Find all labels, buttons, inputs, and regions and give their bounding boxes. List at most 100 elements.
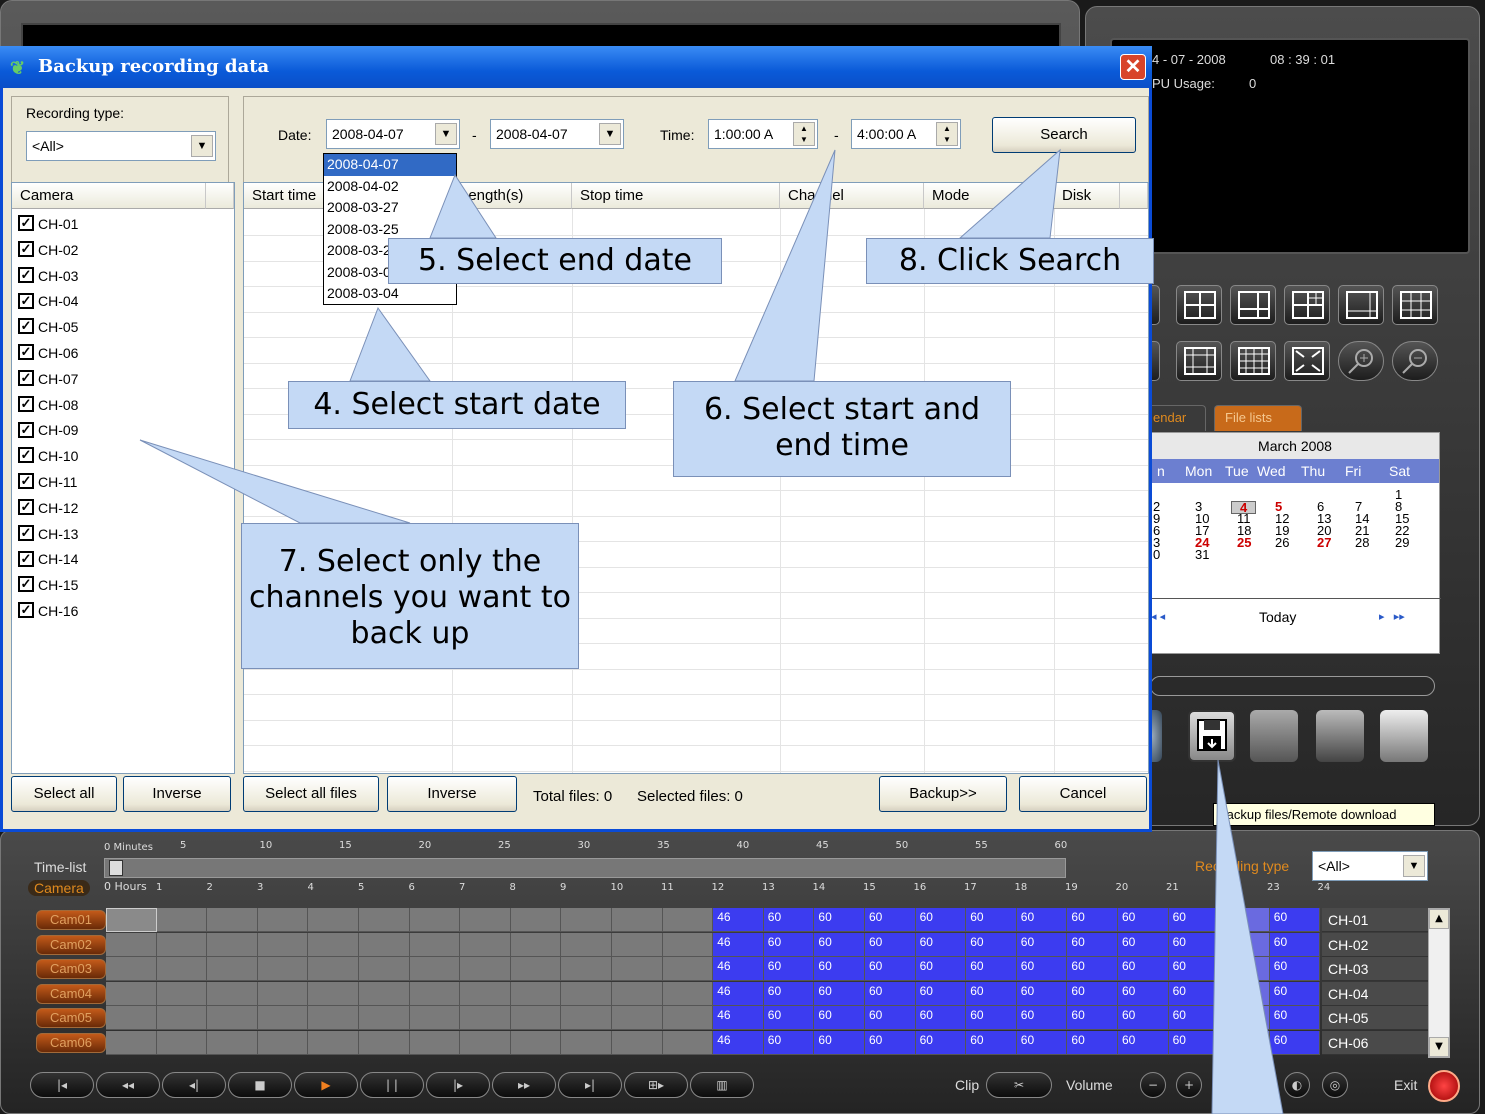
grid-cell[interactable] [106,1006,157,1031]
camera-checkbox-row[interactable]: ✓ CH-10 [18,443,78,469]
grid-cell[interactable]: 46 [713,932,764,957]
grid-cell[interactable] [156,1031,208,1055]
grid-cell[interactable] [662,957,714,982]
grid-cell[interactable]: 60 [865,1031,916,1055]
checkbox-icon[interactable]: ✓ [18,576,34,593]
checkbox-icon[interactable]: ✓ [18,473,34,490]
grid-cell[interactable] [257,981,309,1006]
grid-cell[interactable]: 60 [966,932,1017,957]
inverse-files-button[interactable]: Inverse [387,776,517,812]
grid-cell[interactable] [106,1031,157,1055]
grid-cell[interactable]: 60 [1269,908,1321,932]
grid-cell[interactable] [308,908,359,932]
grid-cell[interactable] [662,908,714,932]
grid-cell[interactable]: 60 [915,957,967,982]
speaker-icon[interactable]: ◐ [1284,1072,1310,1098]
grid-cell[interactable] [561,1006,612,1031]
table-row[interactable] [244,770,1148,772]
timeline-recording-type-select[interactable]: <All> ▼ [1312,851,1428,881]
grid-cell[interactable]: 60 [763,957,815,982]
grid-cell[interactable]: 46 [713,1006,764,1031]
backup-button[interactable]: Backup>> [879,776,1007,812]
grid-cell[interactable] [359,981,410,1006]
zoom-in-button[interactable] [1338,341,1384,381]
checkbox-icon[interactable]: ✓ [18,318,34,335]
grid-cell[interactable] [106,908,157,932]
calendar-day[interactable]: 29 [1395,536,1409,549]
grid-cell[interactable] [460,1006,511,1031]
progress-slider[interactable] [1150,676,1435,696]
checkbox-icon[interactable]: ✓ [18,215,34,232]
skip-end-icon[interactable]: ▸| [558,1072,622,1098]
grid-cell[interactable]: 60 [915,932,967,957]
grid-cell[interactable]: 60 [814,932,865,957]
grid-cell[interactable] [409,1031,461,1055]
grid-cell[interactable]: 60 [1016,1031,1068,1055]
start-date-select[interactable]: 2008-04-07 ▼ [326,119,460,149]
grid-cell[interactable]: 60 [1269,932,1321,957]
checkbox-icon[interactable]: ✓ [18,524,34,541]
scroll-up-icon[interactable]: ▲ [1429,909,1449,929]
grid-cell[interactable]: 60 [814,1031,865,1055]
grid-cell[interactable] [561,981,612,1006]
grid-cell[interactable] [257,1006,309,1031]
grid-cell[interactable] [156,981,208,1006]
grid-cell[interactable]: 60 [1269,957,1321,982]
grid-cell[interactable]: 60 [1269,1006,1321,1031]
grid-cell[interactable] [308,932,359,957]
grid-cell[interactable]: 60 [1067,908,1118,932]
grid-cell[interactable] [510,1006,562,1031]
grid-cell[interactable] [359,908,410,932]
layout-4-button[interactable] [1176,285,1222,325]
grid-cell[interactable] [409,908,461,932]
search-button[interactable]: Search [992,117,1136,153]
grid-cell[interactable]: 60 [1016,1006,1068,1031]
checkbox-icon[interactable]: ✓ [18,550,34,567]
camera-checkbox-row[interactable]: ✓ CH-13 [18,521,78,547]
step-forward-icon[interactable]: |▸ [426,1072,490,1098]
checkbox-icon[interactable]: ✓ [18,292,34,309]
skip-start-icon[interactable]: |◂ [30,1072,94,1098]
camera-checkbox-row[interactable]: ✓ CH-11 [18,469,77,495]
grid-cell[interactable]: 60 [1016,908,1068,932]
grid-cell[interactable] [308,1006,359,1031]
table-row[interactable] [244,311,1148,313]
grid-cell[interactable] [460,981,511,1006]
grid-cell[interactable]: 60 [915,981,967,1006]
grid-cell[interactable]: 60 [1067,957,1118,982]
grid-cell[interactable] [409,932,461,957]
grid-cell[interactable] [612,1006,663,1031]
grid-cell[interactable]: 60 [1118,908,1169,932]
camera-checkbox-row[interactable]: ✓ CH-02 [18,237,78,263]
grid-cell[interactable]: 60 [1168,1006,1220,1031]
grid-cell[interactable] [561,1031,612,1055]
grid-cell[interactable] [257,932,309,957]
column-header[interactable]: Mode [924,183,1054,209]
volume-up-icon[interactable]: + [1176,1072,1202,1098]
grid-cell[interactable]: 60 [763,932,815,957]
inverse-button[interactable]: Inverse [123,776,231,812]
scroll-down-icon[interactable]: ▼ [1429,1037,1449,1057]
grid-cell[interactable]: 60 [1118,1006,1169,1031]
grid-cell[interactable]: 60 [966,1031,1017,1055]
camera-checkbox-row[interactable]: ✓ CH-12 [18,495,78,521]
multi-play-icon[interactable]: ⊞▸ [624,1072,688,1098]
table-row[interactable] [244,694,1148,695]
grid-cell[interactable]: 60 [966,1006,1017,1031]
grid-cell[interactable]: 46 [713,1031,764,1055]
layout-9-button[interactable] [1392,285,1438,325]
column-header[interactable]: Disk [1054,183,1120,209]
camera-checkbox-row[interactable]: ✓ CH-06 [18,340,78,366]
checkbox-icon[interactable]: ✓ [18,602,34,619]
grid-cell[interactable] [510,981,562,1006]
grid-cell[interactable]: 60 [915,908,967,932]
select-all-files-button[interactable]: Select all files [243,776,379,812]
grid-cell[interactable]: 46 [713,981,764,1006]
grid-cell[interactable] [662,981,714,1006]
layout-13-button[interactable] [1176,341,1222,381]
grid-cell[interactable]: 60 [865,1006,916,1031]
camera-select-button[interactable]: Cam01 [36,910,106,930]
grid-cell[interactable]: 60 [763,908,815,932]
checkbox-icon[interactable]: ✓ [18,344,34,361]
grid-cell[interactable]: 60 [1219,981,1270,1006]
